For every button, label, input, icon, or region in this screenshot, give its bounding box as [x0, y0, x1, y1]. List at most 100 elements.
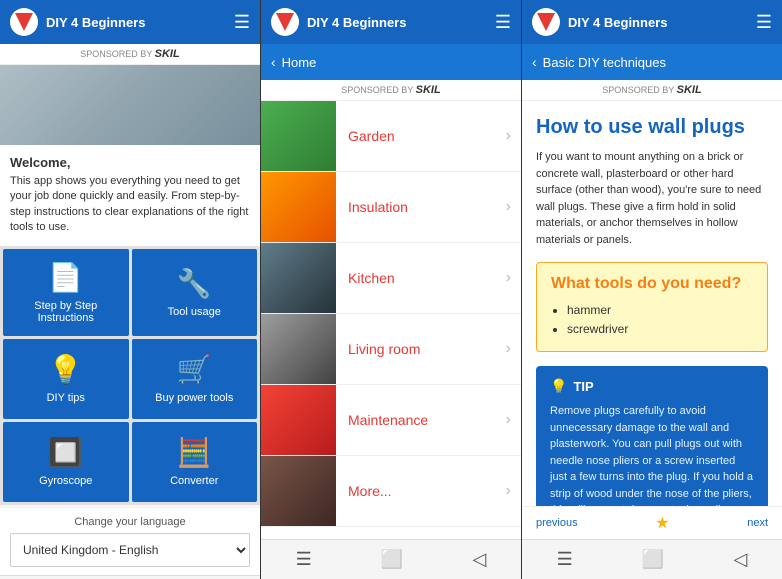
list-item-kitchen[interactable]: Kitchen ›	[261, 243, 521, 314]
list-label-garden: Garden	[336, 128, 506, 144]
chevron-insulation: ›	[506, 198, 521, 216]
sponsor-bar-panel3: SPONSORED BY SKIL	[522, 80, 782, 101]
header-panel2: DIY 4 Beginners ☰	[261, 0, 521, 44]
btn-tool-usage[interactable]: 🔧 Tool usage	[132, 249, 258, 336]
thumb-living-room	[261, 314, 336, 384]
bottom-nav-panel3: ☰ ⬜ ◁	[522, 539, 782, 579]
sponsor-brand-panel2: SKIL	[416, 84, 441, 96]
category-list: Garden › Insulation › Kitchen › Living r…	[261, 101, 521, 539]
btn-converter-label: Converter	[170, 475, 218, 487]
list-label-more: More...	[336, 483, 506, 499]
nav-menu-icon2[interactable]: ☰	[296, 549, 312, 570]
back-arrow-panel2: ‹	[271, 54, 276, 70]
header-panel3: DIY 4 Beginners ☰	[522, 0, 782, 44]
chevron-living-room: ›	[506, 340, 521, 358]
sponsor-brand-panel1: SKIL	[155, 48, 180, 60]
nav-home-icon3[interactable]: ⬜	[642, 549, 664, 570]
thumb-insulation	[261, 172, 336, 242]
tools-list: hammer screwdriver	[551, 301, 753, 339]
list-item-living-room[interactable]: Living room ›	[261, 314, 521, 385]
btn-gyroscope[interactable]: 🔲 Gyroscope	[3, 422, 129, 502]
chevron-maintenance: ›	[506, 411, 521, 429]
btn-buy-power-tools[interactable]: 🛒 Buy power tools	[132, 339, 258, 419]
sub-header-panel2[interactable]: ‹ Home	[261, 44, 521, 80]
app-title-panel1: DIY 4 Beginners	[46, 15, 234, 30]
sponsor-bar-panel2: SPONSORED BY SKIL	[261, 80, 521, 101]
tools-box: What tools do you need? hammer screwdriv…	[536, 262, 768, 352]
chevron-kitchen: ›	[506, 269, 521, 287]
header-panel1: DIY 4 Beginners ☰	[0, 0, 260, 44]
hero-image	[0, 65, 260, 145]
logo-panel1	[10, 8, 38, 36]
welcome-section: Welcome, This app shows you everything y…	[0, 145, 260, 246]
nav-back-icon3[interactable]: ◁	[734, 549, 748, 570]
prev-button[interactable]: previous	[536, 517, 578, 529]
hero-bg	[0, 65, 260, 145]
btn-tool-usage-label: Tool usage	[168, 306, 221, 318]
logo-panel3	[532, 8, 560, 36]
btn-step-by-step-label: Step by Step Instructions	[9, 300, 123, 324]
cart-icon: 🛒	[177, 353, 212, 386]
hamburger-menu-panel2[interactable]: ☰	[495, 12, 511, 33]
bottom-nav-panel2: ☰ ⬜ ◁	[261, 539, 521, 579]
logo-panel2	[271, 8, 299, 36]
sponsor-bar-panel1: SPONSORED BY SKIL	[0, 44, 260, 65]
logo-icon	[15, 13, 33, 31]
hamburger-menu-panel1[interactable]: ☰	[234, 12, 250, 33]
language-section: Change your language United Kingdom - En…	[0, 508, 260, 575]
list-label-insulation: Insulation	[336, 199, 506, 215]
nav-back-icon2[interactable]: ◁	[473, 549, 487, 570]
nav-menu-icon3[interactable]: ☰	[557, 549, 573, 570]
chevron-garden: ›	[506, 127, 521, 145]
step-icon: 📄	[48, 261, 83, 294]
thumb-kitchen	[261, 243, 336, 313]
nav-home-icon2[interactable]: ⬜	[381, 549, 403, 570]
panel-article: DIY 4 Beginners ☰ ‹ Basic DIY techniques…	[522, 0, 782, 579]
tip-box: 💡 TIP Remove plugs carefully to avoid un…	[536, 366, 768, 506]
next-button[interactable]: next	[747, 517, 768, 529]
list-label-living-room: Living room	[336, 341, 506, 357]
hamburger-menu-panel3[interactable]: ☰	[756, 12, 772, 33]
chevron-more: ›	[506, 482, 521, 500]
btn-step-by-step[interactable]: 📄 Step by Step Instructions	[3, 249, 129, 336]
back-nav-label-panel3: Basic DIY techniques	[543, 55, 666, 70]
language-label: Change your language	[10, 516, 250, 528]
app-title-panel3: DIY 4 Beginners	[568, 15, 756, 30]
btn-buy-label: Buy power tools	[155, 392, 233, 404]
grid-buttons: 📄 Step by Step Instructions 🔧 Tool usage…	[0, 246, 260, 505]
thumb-garden	[261, 101, 336, 171]
tool-item-hammer: hammer	[567, 301, 753, 320]
back-arrow-panel3: ‹	[532, 54, 537, 70]
article-body-text: If you want to mount anything on a brick…	[536, 149, 768, 248]
list-item-maintenance[interactable]: Maintenance ›	[261, 385, 521, 456]
logo-icon2	[276, 13, 294, 31]
list-label-maintenance: Maintenance	[336, 412, 506, 428]
sub-header-panel3[interactable]: ‹ Basic DIY techniques	[522, 44, 782, 80]
sponsor-brand-panel3: SKIL	[677, 84, 702, 96]
tips-icon: 💡	[48, 353, 83, 386]
gyroscope-icon: 🔲	[48, 436, 83, 469]
article-nav: previous ★ next	[522, 506, 782, 539]
btn-gyroscope-label: Gyroscope	[39, 475, 92, 487]
thumb-more	[261, 456, 336, 526]
list-item-insulation[interactable]: Insulation ›	[261, 172, 521, 243]
article-content: How to use wall plugs If you want to mou…	[522, 101, 782, 506]
converter-icon: 🧮	[177, 436, 212, 469]
panel-list: DIY 4 Beginners ☰ ‹ Home SPONSORED BY SK…	[261, 0, 522, 579]
btn-diy-tips-label: DIY tips	[47, 392, 85, 404]
btn-diy-tips[interactable]: 💡 DIY tips	[3, 339, 129, 419]
bottom-nav-panel1: ☰ ⬜ ◁	[0, 575, 260, 579]
btn-converter[interactable]: 🧮 Converter	[132, 422, 258, 502]
tip-heading: 💡 TIP	[550, 378, 754, 395]
welcome-heading: Welcome,	[10, 155, 250, 170]
language-select[interactable]: United Kingdom - English	[10, 533, 250, 567]
tip-icon: 💡	[550, 378, 567, 395]
list-item-garden[interactable]: Garden ›	[261, 101, 521, 172]
article-title: How to use wall plugs	[536, 115, 768, 139]
tools-title: What tools do you need?	[551, 275, 753, 293]
tip-text: Remove plugs carefully to avoid unnecess…	[550, 403, 754, 506]
list-label-kitchen: Kitchen	[336, 270, 506, 286]
favorite-star[interactable]: ★	[655, 513, 669, 533]
list-item-more[interactable]: More... ›	[261, 456, 521, 527]
thumb-maintenance	[261, 385, 336, 455]
